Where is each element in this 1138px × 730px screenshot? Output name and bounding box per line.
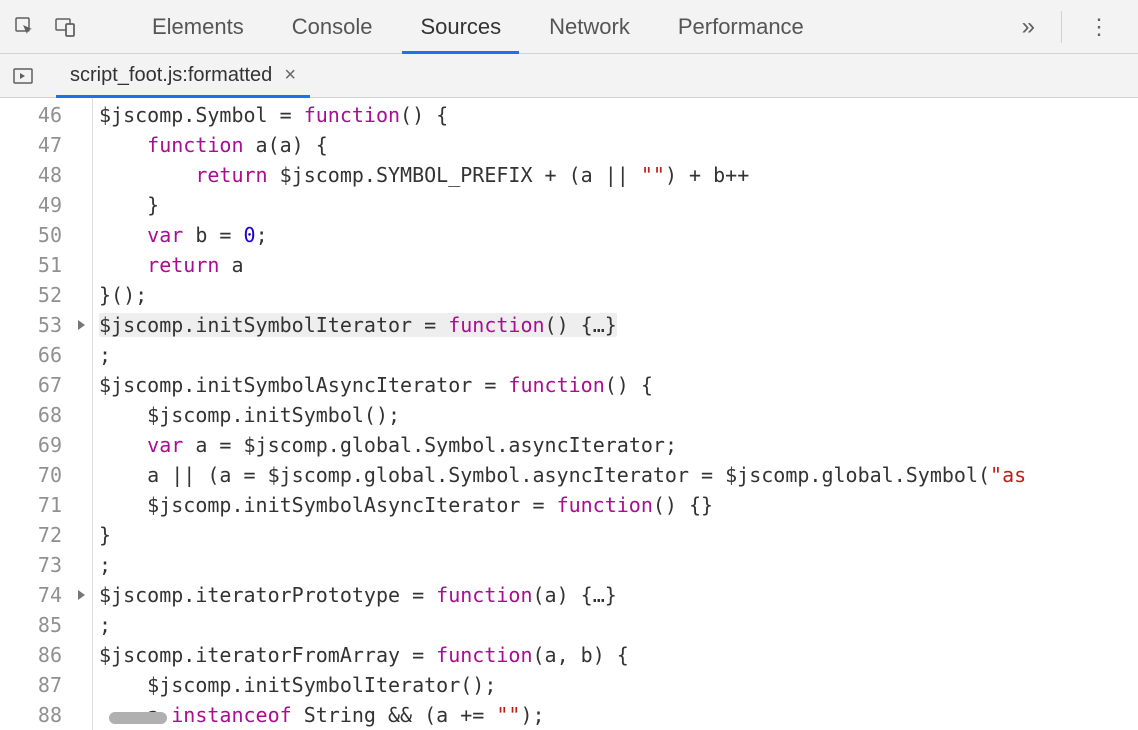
- tab-console[interactable]: Console: [268, 0, 397, 53]
- line-number[interactable]: 88: [0, 700, 62, 730]
- customize-devtools-icon[interactable]: ⋮: [1078, 8, 1122, 46]
- more-tabs-icon[interactable]: »: [1012, 7, 1045, 47]
- fold-triangle-icon[interactable]: [78, 590, 85, 600]
- code-line[interactable]: $jscomp.iteratorFromArray = function(a, …: [99, 640, 1138, 670]
- fold-cell: [70, 490, 92, 520]
- inspect-element-icon[interactable]: [8, 10, 42, 44]
- line-number[interactable]: 51: [0, 250, 62, 280]
- fold-gutter: [70, 98, 92, 730]
- line-number[interactable]: 46: [0, 100, 62, 130]
- code-line[interactable]: }: [99, 520, 1138, 550]
- horizontal-scrollbar-thumb[interactable]: [109, 712, 167, 724]
- line-number[interactable]: 70: [0, 460, 62, 490]
- fold-cell[interactable]: [70, 580, 92, 610]
- fold-cell: [70, 520, 92, 550]
- fold-cell[interactable]: [70, 310, 92, 340]
- line-number[interactable]: 66: [0, 340, 62, 370]
- code-line[interactable]: $jscomp.initSymbolIterator();: [99, 670, 1138, 700]
- code-line[interactable]: $jscomp.iteratorPrototype = function(a) …: [99, 580, 1138, 610]
- devtools-toolbar: Elements Console Sources Network Perform…: [0, 0, 1138, 54]
- line-number[interactable]: 71: [0, 490, 62, 520]
- code-line[interactable]: $jscomp.initSymbolAsyncIterator = functi…: [99, 490, 1138, 520]
- line-number-gutter: 4647484950515253666768697071727374858687…: [0, 98, 70, 730]
- fold-cell: [70, 610, 92, 640]
- line-number[interactable]: 50: [0, 220, 62, 250]
- code-line[interactable]: return a: [99, 250, 1138, 280]
- toolbar-overflow-area: » ⋮: [1012, 7, 1130, 47]
- fold-cell: [70, 460, 92, 490]
- line-number[interactable]: 52: [0, 280, 62, 310]
- code-line[interactable]: }: [99, 190, 1138, 220]
- code-line[interactable]: ;: [99, 550, 1138, 580]
- fold-cell: [70, 400, 92, 430]
- code-line[interactable]: ;: [99, 340, 1138, 370]
- show-navigator-icon[interactable]: [8, 61, 38, 91]
- code-line[interactable]: $jscomp.initSymbolIterator = function() …: [99, 310, 1138, 340]
- tab-performance[interactable]: Performance: [654, 0, 828, 53]
- code-line[interactable]: return $jscomp.SYMBOL_PREFIX + (a || "")…: [99, 160, 1138, 190]
- code-line[interactable]: $jscomp.initSymbolAsyncIterator = functi…: [99, 370, 1138, 400]
- tab-elements[interactable]: Elements: [128, 0, 268, 53]
- toggle-device-toolbar-icon[interactable]: [48, 10, 82, 44]
- line-number[interactable]: 69: [0, 430, 62, 460]
- fold-cell: [70, 700, 92, 730]
- line-number[interactable]: 73: [0, 550, 62, 580]
- line-number[interactable]: 86: [0, 640, 62, 670]
- fold-cell: [70, 220, 92, 250]
- line-number[interactable]: 47: [0, 130, 62, 160]
- fold-triangle-icon[interactable]: [78, 320, 85, 330]
- file-tab-label: script_foot.js:formatted: [70, 64, 272, 87]
- file-tab-script-foot[interactable]: script_foot.js:formatted ×: [56, 54, 310, 97]
- fold-cell: [70, 640, 92, 670]
- fold-cell: [70, 100, 92, 130]
- close-file-tab-icon[interactable]: ×: [284, 64, 296, 87]
- line-number[interactable]: 49: [0, 190, 62, 220]
- fold-cell: [70, 130, 92, 160]
- code-editor[interactable]: 4647484950515253666768697071727374858687…: [0, 98, 1138, 730]
- code-line[interactable]: }();: [99, 280, 1138, 310]
- line-number[interactable]: 53: [0, 310, 62, 340]
- code-line[interactable]: a || (a = $jscomp.global.Symbol.asyncIte…: [99, 460, 1138, 490]
- line-number[interactable]: 74: [0, 580, 62, 610]
- code-line[interactable]: a instanceof String && (a += "");: [99, 700, 1138, 730]
- fold-cell: [70, 160, 92, 190]
- fold-cell: [70, 430, 92, 460]
- code-line[interactable]: ;: [99, 610, 1138, 640]
- fold-cell: [70, 280, 92, 310]
- sources-file-strip: script_foot.js:formatted ×: [0, 54, 1138, 98]
- fold-cell: [70, 370, 92, 400]
- code-line[interactable]: function a(a) {: [99, 130, 1138, 160]
- tab-network[interactable]: Network: [525, 0, 654, 53]
- line-number[interactable]: 48: [0, 160, 62, 190]
- toolbar-divider: [1061, 11, 1062, 43]
- tab-sources[interactable]: Sources: [396, 0, 525, 53]
- code-line[interactable]: var a = $jscomp.global.Symbol.asyncItera…: [99, 430, 1138, 460]
- code-line[interactable]: $jscomp.initSymbol();: [99, 400, 1138, 430]
- line-number[interactable]: 67: [0, 370, 62, 400]
- line-number[interactable]: 87: [0, 670, 62, 700]
- line-number[interactable]: 85: [0, 610, 62, 640]
- fold-cell: [70, 250, 92, 280]
- panel-tabset: Elements Console Sources Network Perform…: [128, 0, 1012, 53]
- line-number[interactable]: 68: [0, 400, 62, 430]
- code-line[interactable]: var b = 0;: [99, 220, 1138, 250]
- fold-cell: [70, 670, 92, 700]
- fold-cell: [70, 550, 92, 580]
- line-number[interactable]: 72: [0, 520, 62, 550]
- code-line[interactable]: $jscomp.Symbol = function() {: [99, 100, 1138, 130]
- code-body[interactable]: $jscomp.Symbol = function() { function a…: [93, 98, 1138, 730]
- fold-cell: [70, 190, 92, 220]
- fold-cell: [70, 340, 92, 370]
